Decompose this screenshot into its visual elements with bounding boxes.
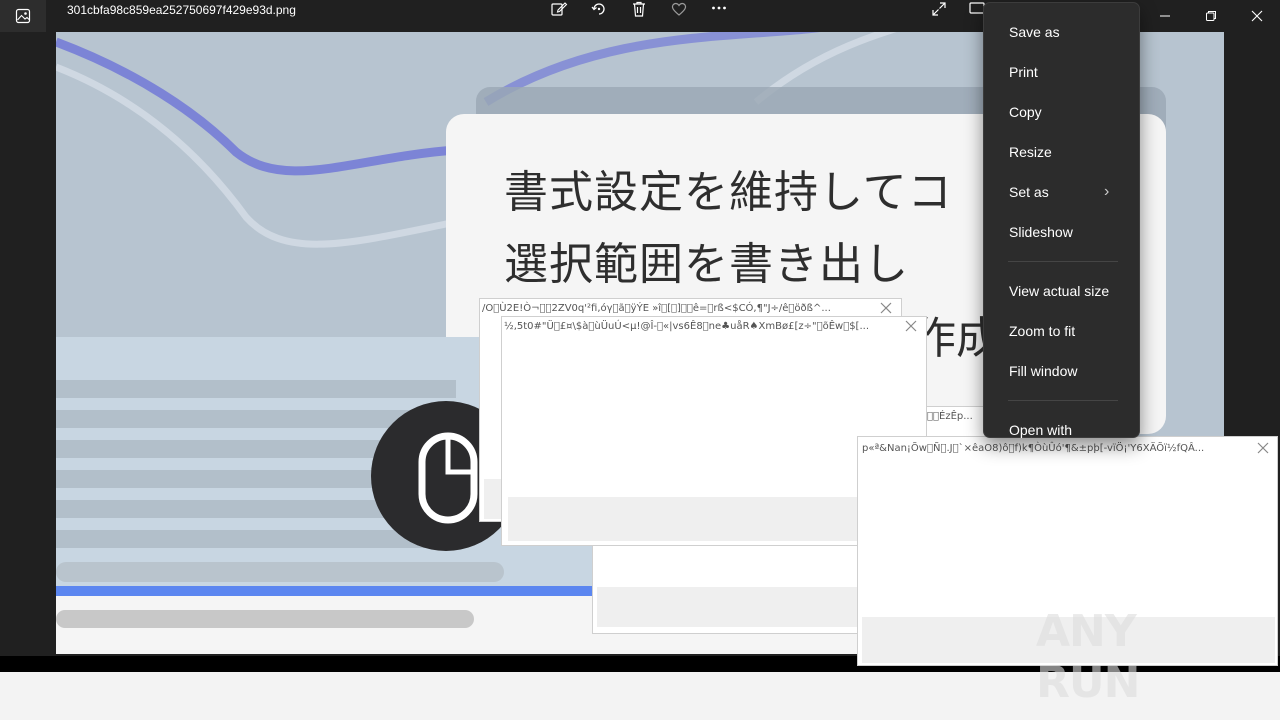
menu-item-open-with[interactable]: Open with (984, 412, 1141, 448)
image-text-line-1: 書式設定を維持してコ (504, 167, 953, 218)
close-icon (1251, 10, 1263, 22)
more-icon[interactable] (708, 0, 730, 18)
fullscreen-icon[interactable] (928, 0, 950, 18)
menu-separator (1008, 261, 1118, 262)
edit-icon[interactable] (548, 0, 570, 18)
delete-icon[interactable] (628, 0, 650, 18)
menu-item-view-actual-size[interactable]: View actual size (984, 273, 1141, 309)
menu-item-save-as[interactable]: Save as (984, 14, 1141, 50)
menu-item-copy[interactable]: Copy (984, 94, 1141, 130)
file-name: 301cbfa98c859ea252750697f429e93d.png (67, 3, 296, 17)
menu-item-fill-window[interactable]: Fill window (984, 353, 1141, 389)
minimize-button[interactable] (1142, 0, 1188, 32)
menu-item-set-as[interactable]: Set as › (984, 174, 1141, 210)
close-button[interactable] (1234, 0, 1280, 32)
photos-app-icon (0, 0, 46, 32)
menu-item-label: Set as (1009, 184, 1049, 200)
restore-button[interactable] (1188, 0, 1234, 32)
menu-item-resize[interactable]: Resize (984, 134, 1141, 170)
menu-separator (1008, 400, 1118, 401)
chevron-right-icon: › (1104, 183, 1110, 200)
more-options-menu: Save as Print Copy Resize Set as › Slide… (983, 2, 1140, 438)
close-icon[interactable] (904, 319, 920, 335)
favorite-icon[interactable] (668, 0, 690, 18)
close-icon[interactable] (1256, 441, 1272, 457)
restore-icon (1206, 11, 1216, 21)
rotate-icon[interactable] (588, 0, 610, 18)
dialog-title: /O Ù2E!Ò¬  2ZV0q'²fi,óγ ã ÿÝE »î [ ]  ê=… (482, 303, 831, 314)
minimize-icon (1160, 15, 1170, 17)
menu-item-zoom-to-fit[interactable]: Zoom to fit (984, 313, 1141, 349)
dialog-title:   ÉzÊp... (927, 411, 973, 422)
image-text-line-2: 選択範囲を書き出し (504, 239, 909, 290)
watermark: ANY RUN (1036, 606, 1140, 708)
close-icon[interactable] (879, 301, 895, 317)
menu-item-slideshow[interactable]: Slideshow (984, 214, 1141, 250)
menu-item-print[interactable]: Print (984, 54, 1141, 90)
dialog-title: ½,5t0#"Ü £¤\$à ùÜuÚ<µ!@Î- «|vs6Ê8 ne♣uåR… (504, 321, 869, 332)
